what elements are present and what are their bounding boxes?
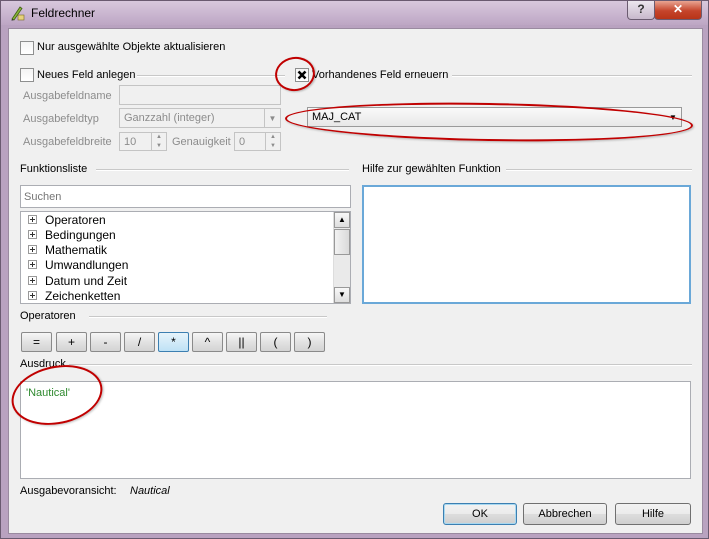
new-field-label: Neues Feld anlegen: [37, 69, 136, 81]
dialog-body: Nur ausgewählte Objekte aktualisieren Ne…: [5, 28, 703, 534]
expand-icon[interactable]: [28, 245, 37, 255]
output-field-type-select[interactable]: Ganzzahl (integer) ▼: [119, 108, 281, 128]
new-field-checkbox[interactable]: [20, 68, 34, 82]
operator-divide-button[interactable]: /: [124, 332, 155, 352]
output-field-width-label: Ausgabefeldbreite: [23, 136, 112, 148]
tree-item-label: Operatoren: [45, 213, 106, 227]
operator-minus-button[interactable]: -: [90, 332, 121, 352]
title-bar[interactable]: Feldrechner ? ✕: [1, 1, 708, 25]
calculator-pencil-icon: [11, 6, 25, 21]
expand-icon[interactable]: [28, 230, 37, 240]
function-list-label: Funktionsliste: [20, 163, 88, 175]
operator-power-button[interactable]: ^: [192, 332, 223, 352]
expression-textarea[interactable]: 'Nautical': [20, 381, 691, 479]
scroll-thumb[interactable]: [334, 229, 350, 255]
function-tree-scrollbar[interactable]: ▲ ▼: [333, 212, 350, 303]
update-field-label: Vorhandenes Feld erneuern: [312, 69, 449, 81]
divider: [506, 169, 692, 171]
scroll-up-icon[interactable]: ▲: [334, 212, 350, 228]
operator-equals-button[interactable]: =: [21, 332, 52, 352]
precision-value: 0: [239, 136, 246, 148]
output-preview-label: Ausgabevoransicht:: [20, 485, 117, 497]
expand-icon[interactable]: [28, 291, 37, 301]
tree-item-conditions[interactable]: Bedingungen: [28, 228, 116, 243]
divider: [452, 75, 692, 77]
function-tree[interactable]: Operatoren Bedingungen Mathematik Umwand…: [20, 211, 351, 304]
output-preview-value: Nautical: [130, 485, 170, 497]
tree-item-date-time[interactable]: Datum und Zeit: [28, 274, 127, 289]
chevron-down-icon: ▼: [264, 109, 280, 127]
tree-item-strings[interactable]: Zeichenketten: [28, 289, 121, 303]
tree-item-label: Zeichenketten: [45, 289, 121, 303]
operators-label: Operatoren: [20, 310, 76, 322]
output-field-name-input[interactable]: [119, 85, 281, 105]
scroll-down-icon[interactable]: ▼: [334, 287, 350, 303]
divider: [137, 75, 285, 77]
expand-icon[interactable]: [28, 215, 37, 225]
tree-item-conversions[interactable]: Umwandlungen: [28, 258, 128, 273]
help-icon[interactable]: ?: [627, 1, 655, 20]
close-icon[interactable]: ✕: [654, 1, 702, 20]
divider: [69, 364, 692, 366]
only-selected-label: Nur ausgewählte Objekte aktualisieren: [37, 41, 226, 53]
output-field-type-label: Ausgabefeldtyp: [23, 113, 99, 125]
field-calculator-window: Feldrechner ? ✕ Nur ausgewählte Objekte …: [0, 0, 709, 539]
output-field-width-spinbox[interactable]: 10 ▲ ▼: [119, 132, 167, 151]
spin-arrows-icon[interactable]: ▲ ▼: [151, 133, 166, 150]
operator-multiply-button[interactable]: *: [158, 332, 189, 352]
tree-item-operators[interactable]: Operatoren: [28, 213, 106, 228]
operator-concat-button[interactable]: ||: [226, 332, 257, 352]
expand-icon[interactable]: [28, 260, 37, 270]
help-button[interactable]: Hilfe: [615, 503, 691, 525]
tree-item-math[interactable]: Mathematik: [28, 243, 107, 258]
ok-button[interactable]: OK: [443, 503, 517, 525]
tree-item-label: Bedingungen: [45, 228, 116, 242]
output-field-width-value: 10: [124, 136, 137, 148]
tree-item-label: Datum und Zeit: [45, 274, 128, 288]
cancel-button[interactable]: Abbrechen: [523, 503, 607, 525]
function-search-input[interactable]: [20, 185, 351, 208]
output-field-name-label: Ausgabefeldname: [23, 90, 112, 102]
output-field-type-value: Ganzzahl (integer): [124, 112, 215, 124]
function-help-box: [362, 185, 691, 304]
spin-arrows-icon[interactable]: ▲ ▼: [265, 133, 280, 150]
function-help-label: Hilfe zur gewählten Funktion: [362, 163, 501, 175]
only-selected-checkbox[interactable]: [20, 41, 34, 55]
precision-spinbox[interactable]: 0 ▲ ▼: [234, 132, 281, 151]
tree-item-label: Umwandlungen: [45, 258, 129, 272]
expand-icon[interactable]: [28, 276, 37, 286]
window-title: Feldrechner: [31, 6, 96, 20]
divider: [96, 169, 349, 171]
divider: [89, 316, 327, 318]
precision-label: Genauigkeit: [172, 136, 231, 148]
operator-close-paren-button[interactable]: ): [294, 332, 325, 352]
operator-plus-button[interactable]: +: [56, 332, 87, 352]
tree-item-label: Mathematik: [45, 243, 108, 257]
operator-open-paren-button[interactable]: (: [260, 332, 291, 352]
